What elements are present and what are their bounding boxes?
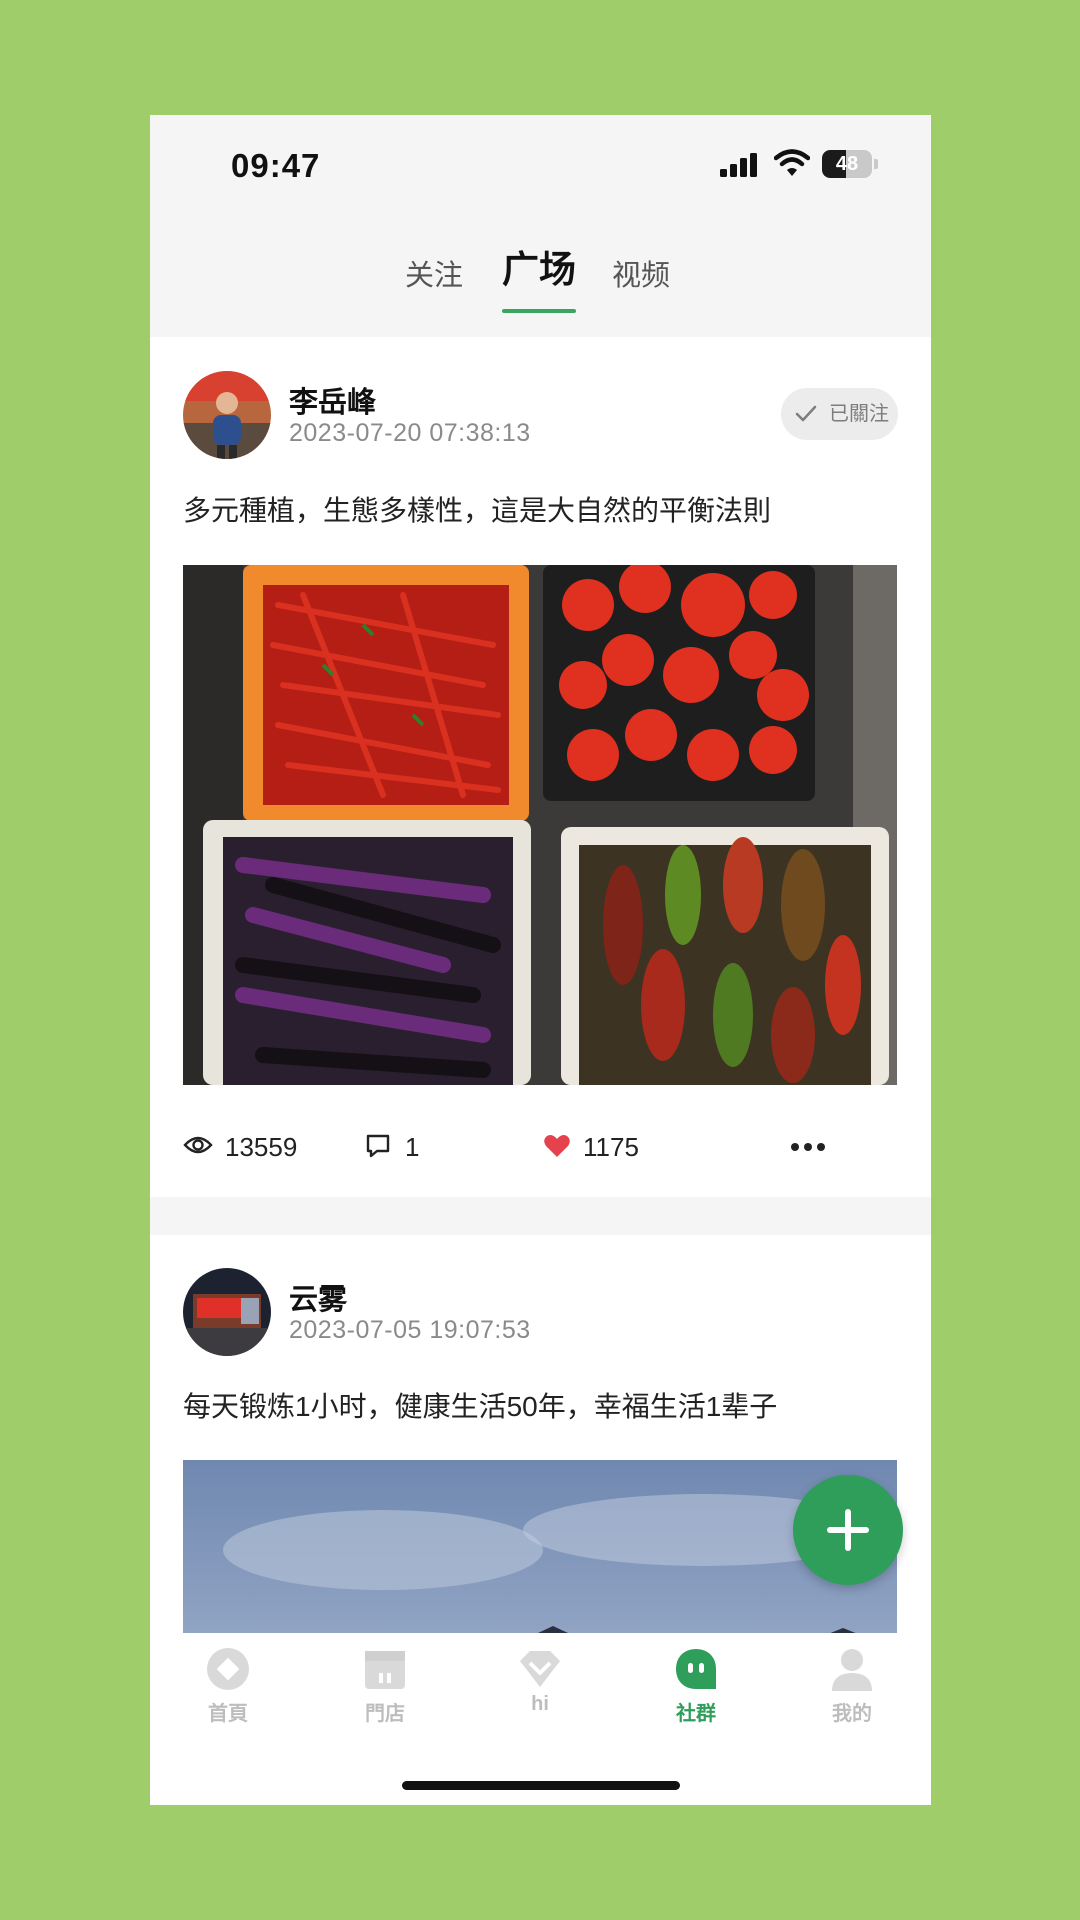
create-post-button[interactable]: [793, 1475, 903, 1585]
nav-profile-label: 我的: [832, 1703, 872, 1725]
tab-active-indicator: [502, 309, 576, 313]
phone-screen: 09:47 48 关注 广场 视频 李岳峰 2023-07-20 07:38:1…: [150, 115, 931, 1805]
battery-level: 48: [835, 153, 859, 175]
home-icon: [207, 1648, 249, 1690]
bottom-nav: 首頁 門店 hi 社群 我的: [150, 1633, 931, 1805]
avatar[interactable]: [183, 371, 271, 459]
nav-store[interactable]: 門店: [325, 1633, 445, 1743]
nav-hi-label: hi: [531, 1693, 549, 1715]
post-author[interactable]: 李岳峰: [289, 379, 376, 421]
store-icon: [365, 1651, 405, 1689]
tab-square-label: 广场: [502, 249, 576, 290]
check-icon: [795, 405, 817, 422]
hi-icon: [520, 1651, 560, 1687]
nav-community-label: 社群: [676, 1703, 716, 1725]
signal-icon: [720, 153, 757, 177]
post-text: 每天锻炼1小时，健康生活50年，幸福生活1辈子: [183, 1391, 778, 1422]
view-count-value: 13559: [225, 1132, 298, 1162]
comment-button[interactable]: 1: [365, 1117, 445, 1177]
post-image[interactable]: [183, 565, 897, 1085]
nav-profile[interactable]: 我的: [792, 1633, 912, 1743]
post-timestamp: 2023-07-05 19:07:53: [289, 1316, 531, 1344]
heart-icon: [544, 1135, 570, 1157]
feed-tabs: 关注 广场 视频: [150, 235, 931, 335]
eye-icon: [183, 1136, 213, 1154]
following-badge[interactable]: 已關注: [781, 388, 898, 440]
nav-home-label: 首頁: [208, 1703, 248, 1725]
nav-community[interactable]: 社群: [636, 1633, 756, 1743]
tab-video[interactable]: 视频: [612, 241, 670, 311]
post-timestamp: 2023-07-20 07:38:13: [289, 419, 531, 447]
nav-hi[interactable]: hi: [480, 1633, 600, 1743]
wifi-icon: [774, 149, 810, 176]
avatar[interactable]: [183, 1268, 271, 1356]
status-bar: 09:47 48: [150, 115, 931, 215]
post-stats: 13559 1 1175: [150, 1117, 931, 1177]
comment-icon: [366, 1134, 390, 1158]
profile-icon: [832, 1649, 872, 1691]
nav-home[interactable]: 首頁: [168, 1633, 288, 1743]
following-label: 已關注: [829, 403, 889, 425]
tab-following[interactable]: 关注: [405, 241, 463, 311]
more-icon: [791, 1143, 825, 1151]
post-card[interactable]: 李岳峰 2023-07-20 07:38:13 已關注 多元種植，生態多樣性，這…: [150, 337, 931, 1197]
nav-store-label: 門店: [365, 1703, 405, 1725]
plus-icon: [827, 1509, 869, 1551]
community-icon: [676, 1649, 716, 1689]
like-count: 1175: [583, 1132, 639, 1162]
post-author[interactable]: 云雾: [289, 1276, 347, 1318]
tab-square[interactable]: 广场: [502, 235, 576, 313]
battery-icon: 48: [822, 150, 878, 178]
like-button[interactable]: 1175: [543, 1117, 653, 1177]
post-text: 多元種植，生態多樣性，這是大自然的平衡法則: [183, 495, 772, 526]
more-button[interactable]: [790, 1117, 830, 1177]
home-indicator: [402, 1781, 680, 1790]
comment-count: 1: [405, 1132, 420, 1162]
status-time: 09:47: [231, 147, 321, 184]
view-count: 13559: [183, 1117, 303, 1177]
